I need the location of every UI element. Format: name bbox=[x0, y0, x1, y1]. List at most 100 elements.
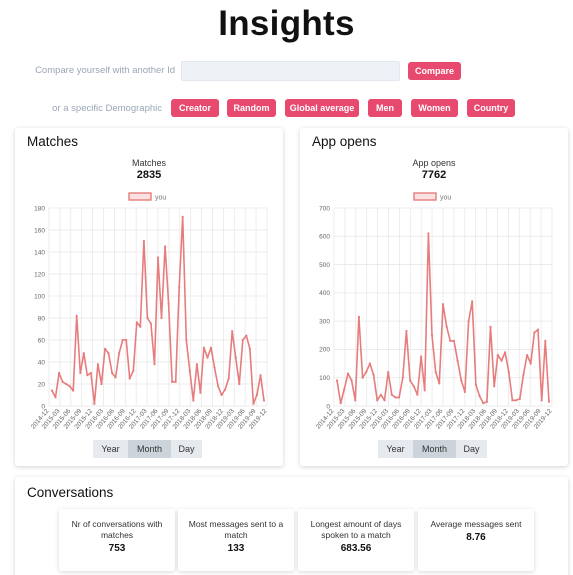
data-point bbox=[500, 359, 503, 362]
data-point bbox=[383, 399, 386, 402]
demographic-random-button[interactable]: Random bbox=[227, 99, 276, 117]
app-opens-period-selector: Year Month Day bbox=[378, 440, 487, 458]
data-point bbox=[434, 371, 437, 374]
data-point bbox=[188, 369, 191, 372]
data-point bbox=[58, 371, 61, 375]
data-point bbox=[220, 393, 223, 397]
conversations-card: Conversations Nr of conversations with m… bbox=[15, 477, 568, 575]
demographic-men-button[interactable]: Men bbox=[368, 99, 402, 117]
data-point bbox=[199, 391, 202, 394]
matches-line-chart: you0204060801001201401601802014-122015-0… bbox=[30, 192, 269, 431]
y-tick-label: 120 bbox=[34, 271, 45, 278]
data-point bbox=[350, 379, 353, 382]
y-tick-label: 60 bbox=[38, 337, 46, 344]
data-point bbox=[547, 400, 551, 403]
data-point bbox=[339, 402, 342, 405]
data-point bbox=[474, 383, 477, 386]
data-point bbox=[231, 330, 234, 333]
stat-value: 753 bbox=[108, 543, 126, 554]
matches-card: Matches Matches 2835 you 0 20 40 60 80 100 120 1… bbox=[15, 128, 283, 466]
data-point bbox=[238, 382, 241, 386]
data-point bbox=[195, 363, 198, 366]
data-point bbox=[412, 385, 415, 388]
data-point bbox=[518, 397, 521, 400]
data-point bbox=[368, 362, 371, 365]
y-tick-label: 300 bbox=[319, 318, 330, 325]
data-point bbox=[181, 215, 184, 218]
legend-swatch bbox=[413, 192, 437, 201]
data-point bbox=[111, 371, 114, 375]
compare-label: Compare yourself with another Id bbox=[35, 65, 175, 76]
data-point bbox=[118, 352, 121, 355]
demographic-creator-button[interactable]: Creator bbox=[171, 99, 219, 117]
app-opens-period-day[interactable]: Day bbox=[456, 440, 487, 458]
demographic-country-button[interactable]: Country bbox=[467, 99, 515, 117]
data-point bbox=[93, 402, 96, 405]
matches-chart-header: Matches 2835 bbox=[15, 158, 283, 181]
data-point bbox=[361, 376, 364, 379]
data-point bbox=[107, 352, 110, 355]
compare-row: Compare yourself with another Id Compare bbox=[0, 61, 573, 81]
conversations-card-title: Conversations bbox=[27, 485, 114, 500]
data-point bbox=[372, 373, 375, 376]
data-point bbox=[262, 399, 266, 402]
data-point bbox=[536, 328, 540, 331]
data-point bbox=[248, 347, 251, 350]
data-point bbox=[224, 388, 227, 391]
data-point bbox=[259, 374, 262, 377]
data-point bbox=[405, 329, 408, 333]
chart-legend: you bbox=[413, 192, 451, 202]
data-point bbox=[398, 396, 401, 399]
data-point bbox=[420, 355, 423, 358]
data-point bbox=[526, 354, 529, 357]
data-point bbox=[430, 334, 434, 337]
data-point bbox=[255, 393, 258, 397]
data-point bbox=[427, 232, 430, 235]
data-point bbox=[174, 380, 177, 383]
data-point bbox=[96, 363, 99, 366]
data-point bbox=[252, 402, 255, 405]
data-point bbox=[213, 366, 216, 369]
data-point bbox=[135, 321, 138, 324]
app-opens-period-month[interactable]: Month bbox=[413, 440, 456, 458]
data-point bbox=[489, 325, 492, 328]
data-point bbox=[153, 363, 156, 366]
data-point bbox=[335, 379, 339, 382]
data-point bbox=[357, 315, 360, 318]
stat-value: 8.76 bbox=[466, 532, 486, 543]
data-point bbox=[164, 245, 167, 248]
data-point bbox=[409, 379, 412, 382]
y-tick-label: 200 bbox=[319, 347, 330, 354]
data-point bbox=[202, 346, 205, 349]
chart-legend: you bbox=[128, 192, 166, 202]
app-opens-period-year[interactable]: Year bbox=[378, 440, 413, 458]
data-point bbox=[65, 382, 68, 386]
compare-id-input[interactable] bbox=[181, 61, 400, 81]
data-point bbox=[390, 393, 393, 396]
demographic-women-button[interactable]: Women bbox=[411, 99, 458, 117]
data-point bbox=[82, 352, 85, 355]
compare-button[interactable]: Compare bbox=[408, 62, 461, 80]
matches-period-month[interactable]: Month bbox=[128, 440, 171, 458]
demographic-global-average-button[interactable]: Global average bbox=[285, 99, 359, 117]
app-opens-total: 7762 bbox=[421, 169, 447, 181]
page-title: Insights bbox=[218, 4, 355, 43]
data-point bbox=[533, 331, 536, 334]
data-point bbox=[146, 316, 149, 320]
y-tick-label: 400 bbox=[319, 290, 330, 297]
data-point bbox=[529, 362, 532, 365]
data-point bbox=[241, 338, 244, 342]
data-point bbox=[346, 372, 350, 375]
data-point bbox=[125, 338, 128, 342]
data-point bbox=[416, 393, 419, 396]
matches-card-title: Matches bbox=[27, 134, 79, 149]
data-point bbox=[467, 320, 470, 323]
legend-label: you bbox=[155, 195, 166, 202]
matches-period-year[interactable]: Year bbox=[93, 440, 128, 458]
matches-period-day[interactable]: Day bbox=[171, 440, 202, 458]
data-point bbox=[86, 374, 89, 377]
legend-label: you bbox=[440, 195, 451, 202]
data-point bbox=[171, 380, 174, 383]
data-point bbox=[394, 396, 397, 399]
data-point bbox=[114, 376, 117, 379]
